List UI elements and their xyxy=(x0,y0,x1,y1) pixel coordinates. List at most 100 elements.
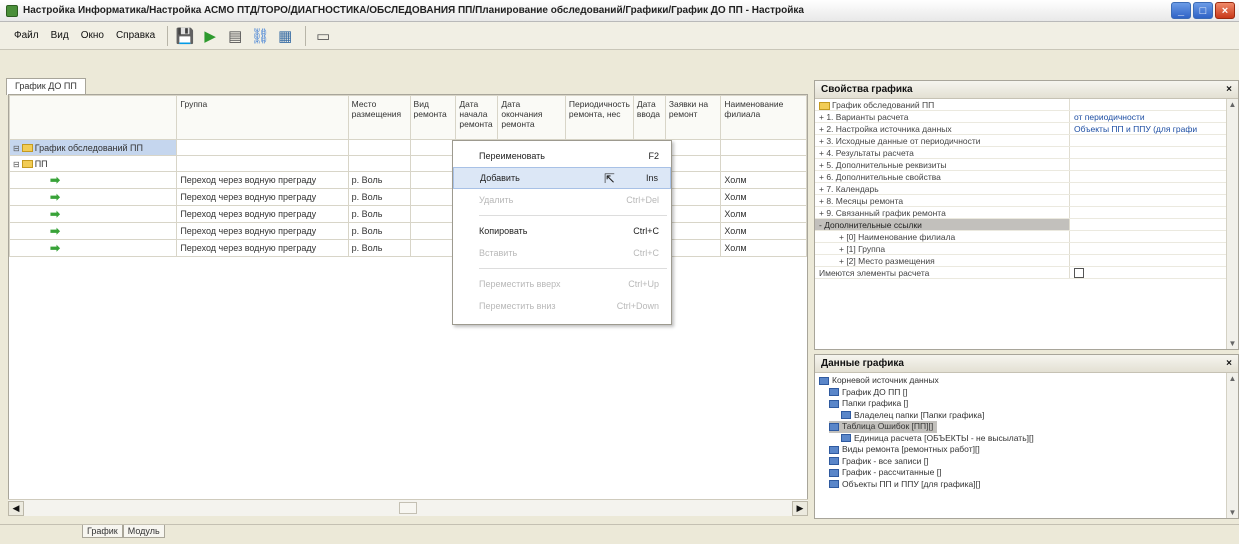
properties-scrollbar[interactable]: ▲ ▼ xyxy=(1226,99,1238,349)
window-icon[interactable]: ▭ xyxy=(312,25,334,47)
property-row[interactable]: Имеются элементы расчета xyxy=(815,267,1238,279)
properties-root[interactable]: График обследований ПП xyxy=(815,99,1238,111)
data-tree-item[interactable]: График ДО ПП [] xyxy=(819,387,1234,399)
table-icon xyxy=(829,445,839,454)
arrow-right-icon: ➡ xyxy=(50,173,61,187)
data-panel-header: Данные графика × xyxy=(815,355,1238,373)
data-panel-scrollbar[interactable]: ▲ ▼ xyxy=(1226,373,1238,518)
table-row[interactable]: ➡ Переход через водную преграду р. Воль … xyxy=(8,239,807,257)
table-row[interactable]: ⊟ ПП xyxy=(8,155,807,172)
property-row[interactable]: + [0] Наименование филиала xyxy=(815,231,1238,243)
property-row[interactable]: + 9. Связанный график ремонта xyxy=(815,207,1238,219)
col-header[interactable] xyxy=(8,95,178,140)
menu-file[interactable]: Файл xyxy=(8,28,45,43)
arrow-right-icon: ➡ xyxy=(50,190,61,204)
col-header[interactable]: Наименование филиала xyxy=(720,95,807,140)
tree-expander-icon[interactable]: ⊟ xyxy=(13,144,20,153)
data-tree-item[interactable]: Единица расчета [ОБЪЕКТЫ - не высылать][… xyxy=(819,433,1234,445)
property-row[interactable]: + [1] Группа xyxy=(815,243,1238,255)
table-icon xyxy=(829,388,839,397)
scroll-down-icon[interactable]: ▼ xyxy=(1227,507,1238,518)
scroll-up-icon[interactable]: ▲ xyxy=(1227,99,1238,110)
tab-grafik-do-pp[interactable]: График ДО ПП xyxy=(6,78,86,95)
col-header[interactable]: Дата окончания ремонта xyxy=(497,95,566,140)
connections-icon[interactable]: ⛓ xyxy=(249,25,271,47)
property-row[interactable]: + 2. Настройка источника данных Объекты П… xyxy=(815,123,1238,135)
query-icon xyxy=(829,480,839,489)
scroll-left-icon[interactable]: ◀ xyxy=(8,500,24,516)
context-menu: Переименовать F2 Добавить Ins ⇱ Удалить Ctr… xyxy=(452,140,672,325)
properties-icon[interactable]: ▤ xyxy=(224,25,246,47)
data-tree-item[interactable]: График - все записи [] xyxy=(819,456,1234,468)
menu-item-rename[interactable]: Переименовать F2 xyxy=(453,145,671,167)
table-row[interactable]: ⊟ График обследований ПП xyxy=(8,139,807,156)
root-node[interactable]: ⊟ График обследований ПП xyxy=(8,139,178,156)
menu-item-add[interactable]: Добавить Ins ⇱ xyxy=(453,167,671,189)
scroll-thumb[interactable] xyxy=(399,502,417,514)
close-icon[interactable]: × xyxy=(1226,358,1232,369)
tab-modul[interactable]: Модуль xyxy=(122,525,165,538)
scroll-up-icon[interactable]: ▲ xyxy=(1227,373,1238,384)
query-icon xyxy=(829,468,839,477)
data-tree-item[interactable]: Виды ремонта [ремонтных работ][] xyxy=(819,444,1234,456)
col-header[interactable]: Вид ремонта xyxy=(409,95,457,140)
data-tree-item[interactable]: Корневой источник данных xyxy=(819,375,1234,387)
arrow-right-icon: ➡ xyxy=(50,241,61,255)
menu-help[interactable]: Справка xyxy=(110,28,161,43)
property-row[interactable]: + [2] Место размещения xyxy=(815,255,1238,267)
table-row[interactable]: ➡ Переход через водную преграду р. Воль … xyxy=(8,171,807,189)
close-icon[interactable]: × xyxy=(1226,84,1232,95)
tree-expander-icon[interactable]: ⊟ xyxy=(13,160,20,169)
group-node[interactable]: ⊟ ПП xyxy=(8,155,178,172)
menu-item-delete[interactable]: Удалить Ctrl+Del xyxy=(453,189,671,211)
property-row[interactable]: + 1. Варианты расчета от периодичности xyxy=(815,111,1238,123)
menu-item-paste[interactable]: Вставить Ctrl+C xyxy=(453,242,671,264)
data-tree-item[interactable]: Владелец папки [Папки графика] xyxy=(819,410,1234,422)
property-row[interactable]: + 8. Месяцы ремонта xyxy=(815,195,1238,207)
save-icon[interactable]: 💾 xyxy=(174,25,196,47)
maximize-button[interactable]: □ xyxy=(1193,2,1213,19)
schedule-grid[interactable]: Группа Место размещения Вид ремонта Дата… xyxy=(8,94,808,516)
toolbar: Файл Вид Окно Справка 💾 ▶ ▤ ⛓ ▦ ▭ xyxy=(0,22,1239,50)
arrow-right-icon: ➡ xyxy=(50,224,61,238)
data-tree-item[interactable]: Объекты ПП и ППУ [для графика][] xyxy=(819,479,1234,491)
table-icon xyxy=(829,399,839,408)
horizontal-scrollbar[interactable]: ◀ ▶ xyxy=(8,499,808,516)
menu-item-move-up[interactable]: Переместить вверх Ctrl+Up xyxy=(453,273,671,295)
data-tree-item[interactable]: Папки графика [] xyxy=(819,398,1234,410)
table-row[interactable]: ➡ Переход через водную преграду р. Воль … xyxy=(8,222,807,240)
table-icon[interactable]: ▦ xyxy=(274,25,296,47)
table-row[interactable]: ➡ Переход через водную преграду р. Воль … xyxy=(8,188,807,206)
run-icon[interactable]: ▶ xyxy=(199,25,221,47)
property-row[interactable]: + 7. Календарь xyxy=(815,183,1238,195)
calc-elements-checkbox[interactable] xyxy=(1074,268,1084,278)
col-header[interactable]: Дата ввода xyxy=(632,95,666,140)
data-tree-item[interactable]: График - рассчитанные [] xyxy=(819,467,1234,479)
col-header[interactable]: Место размещения xyxy=(347,95,411,140)
menu-view[interactable]: Вид xyxy=(45,28,75,43)
scroll-down-icon[interactable]: ▼ xyxy=(1227,338,1238,349)
col-header[interactable]: Периодичность ремонта, нес xyxy=(564,95,634,140)
property-row[interactable]: + 6. Дополнительные свойства xyxy=(815,171,1238,183)
property-row[interactable]: + 5. Дополнительные реквизиты xyxy=(815,159,1238,171)
property-row[interactable]: + 3. Исходные данные от периодичности xyxy=(815,135,1238,147)
link-icon xyxy=(841,434,851,443)
col-header[interactable]: Дата начала ремонта xyxy=(455,95,499,140)
data-tree-item-selected[interactable]: Таблица Ошибок [ПП][] xyxy=(829,421,938,433)
col-header[interactable]: Группа xyxy=(176,95,349,140)
scroll-right-icon[interactable]: ▶ xyxy=(792,500,808,516)
folder-icon xyxy=(819,101,830,110)
menu-item-copy[interactable]: Копировать Ctrl+C xyxy=(453,220,671,242)
property-row[interactable]: - Дополнительные ссылки xyxy=(815,219,1238,231)
menu-item-move-down[interactable]: Переместить вниз Ctrl+Down xyxy=(453,295,671,317)
property-row[interactable]: + 4. Результаты расчета xyxy=(815,147,1238,159)
table-row[interactable]: ➡ Переход через водную преграду р. Воль … xyxy=(8,205,807,223)
toolbar-separator xyxy=(305,25,307,46)
menu-window[interactable]: Окно xyxy=(75,28,110,43)
minimize-button[interactable]: _ xyxy=(1171,2,1191,19)
bottom-tabs: График Модуль xyxy=(0,524,1239,544)
col-header[interactable]: Заявки на ремонт xyxy=(664,95,722,140)
close-button[interactable]: × xyxy=(1215,2,1235,19)
arrow-right-icon: ➡ xyxy=(50,207,61,221)
tab-grafik[interactable]: График xyxy=(82,525,123,538)
